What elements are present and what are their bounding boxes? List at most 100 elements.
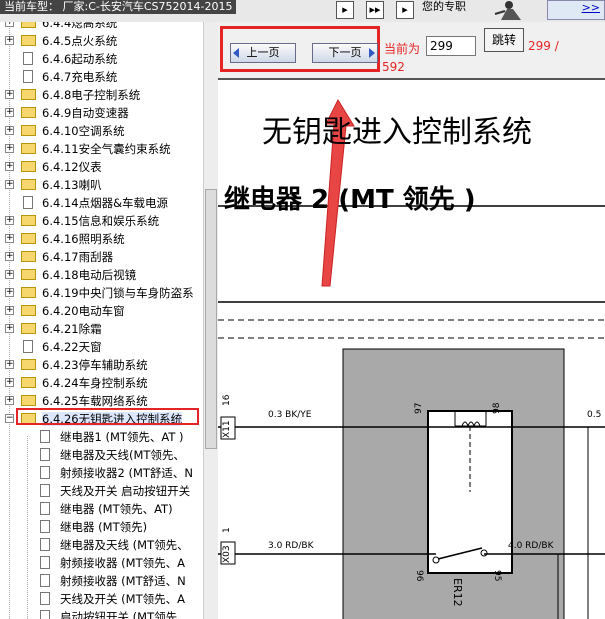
expand-icon[interactable]: +: [5, 36, 14, 45]
document-icon: [40, 484, 50, 497]
folder-icon: [21, 89, 36, 100]
diagram-subtitle: 继电器 2 (MT 领先 ): [224, 185, 476, 215]
tree-node[interactable]: +6.4.18电动后视镜: [0, 266, 203, 284]
tree-node-label: 6.4.20电动车窗: [42, 304, 125, 318]
expand-icon[interactable]: +: [5, 252, 14, 261]
prev-page-button[interactable]: 上一页: [230, 43, 296, 63]
folder-icon: [21, 179, 36, 190]
tree-node[interactable]: 6.4.7充电系统: [0, 68, 203, 86]
tree-subnode[interactable]: 继电器 (MT领先、AT): [0, 500, 203, 518]
expand-icon[interactable]: +: [5, 216, 14, 225]
tree-subnode[interactable]: 继电器及天线(MT领先、: [0, 446, 203, 464]
tree-node[interactable]: 6.4.6起动系统: [0, 50, 203, 68]
expand-icon[interactable]: +: [5, 126, 14, 135]
tree-node-label: 6.4.4熄高系统: [42, 22, 118, 30]
document-icon: [23, 52, 33, 65]
tree-node-label: 6.4.16照明系统: [42, 232, 125, 246]
wire-top-label: 0.3 BK/YE: [268, 410, 312, 420]
tree-subnode-label: 继电器 (MT领先): [60, 520, 148, 534]
tree-node[interactable]: +6.4.15信息和娱乐系统: [0, 212, 203, 230]
arrow-left-icon: [233, 48, 239, 58]
tree-subnode[interactable]: 天线及开关 启动按钮开关: [0, 482, 203, 500]
nav-double-forward-button[interactable]: ▸▸: [366, 1, 384, 19]
tree-subnode[interactable]: 射频接收器2 (MT舒适、N: [0, 464, 203, 482]
expand-icon[interactable]: +: [5, 144, 14, 153]
collapse-icon[interactable]: −: [5, 414, 14, 423]
pager-toolbar: 上一页 下一页 当前为 跳转 299 / 592: [218, 22, 605, 80]
expand-icon[interactable]: +: [5, 360, 14, 369]
connector-x03-pin: 1: [222, 527, 232, 533]
nav-play-button[interactable]: ▸: [396, 1, 414, 19]
tree-node[interactable]: 6.4.22天窗: [0, 338, 203, 356]
expand-icon[interactable]: +: [5, 288, 14, 297]
expand-icon[interactable]: +: [5, 324, 14, 333]
tree-node[interactable]: +6.4.10空调系统: [0, 122, 203, 140]
tree-scrollbar[interactable]: [203, 22, 218, 619]
document-icon: [40, 556, 50, 569]
folder-icon: [21, 251, 36, 262]
pager-highlight-box: 上一页 下一页: [220, 26, 380, 72]
expand-icon[interactable]: +: [5, 90, 14, 99]
document-icon: [40, 430, 50, 443]
tree-node-label: 6.4.17雨刮器: [42, 250, 114, 264]
tree-subnode[interactable]: 启动按钮开关 (MT领先、: [0, 608, 203, 619]
tree-node[interactable]: +6.4.21除霜: [0, 320, 203, 338]
pin-96-label: 96: [414, 570, 424, 582]
expand-icon[interactable]: +: [5, 234, 14, 243]
tree-node[interactable]: +6.4.17雨刮器: [0, 248, 203, 266]
tree-subnode[interactable]: 天线及开关 (MT领先、A: [0, 590, 203, 608]
tree-node[interactable]: +6.4.5点火系统: [0, 32, 203, 50]
top-bar: 当前车型： 厂家:C-长安汽车CS752014-2015 ▸ ▸▸ ▸ 您的专职…: [0, 0, 605, 23]
more-link[interactable]: >>: [547, 0, 605, 20]
expand-icon[interactable]: +: [5, 378, 14, 387]
catalog-tree: +6.4.4熄高系统 +6.4.5点火系统 6.4.6起动系统 6.4.7充电系统 +6…: [0, 22, 203, 619]
tree-node-label: 6.4.11安全气囊约束系统: [42, 142, 171, 156]
tree-node[interactable]: +6.4.13喇叭: [0, 176, 203, 194]
tree-subnode[interactable]: 继电器 (MT领先): [0, 518, 203, 536]
tree-node-label: 6.4.13喇叭: [42, 178, 102, 192]
folder-icon: [21, 287, 36, 298]
tree-node[interactable]: +6.4.24车身控制系统: [0, 374, 203, 392]
tree-subnode-label: 天线及开关 (MT领先、A: [60, 592, 185, 606]
connector-x03-label: X03: [222, 545, 232, 563]
folder-icon: [21, 125, 36, 136]
tree-subnode-label: 继电器及天线(MT领先、: [60, 448, 185, 462]
wire-bottom-right-label: 4.0 RD/BK: [508, 541, 554, 551]
nav-forward-button[interactable]: ▸: [336, 1, 354, 19]
tree-node[interactable]: +6.4.9自动变速器: [0, 104, 203, 122]
tree-node-label: 6.4.5点火系统: [42, 34, 118, 48]
expand-icon[interactable]: +: [5, 22, 14, 27]
tree-subnode[interactable]: 射频接收器 (MT领先、A: [0, 554, 203, 572]
page-number-input[interactable]: [426, 36, 476, 56]
tree-node[interactable]: +6.4.8电子控制系统: [0, 86, 203, 104]
connector-x11-pin: 16: [222, 394, 232, 406]
expand-icon[interactable]: +: [5, 306, 14, 315]
relay-name-label: ER12: [451, 578, 464, 607]
tree-node[interactable]: +6.4.23停车辅助系统: [0, 356, 203, 374]
document-icon: [40, 538, 50, 551]
tree-node[interactable]: +6.4.19中央门锁与车身防盗系: [0, 284, 203, 302]
tree-node[interactable]: +6.4.12仪表: [0, 158, 203, 176]
next-page-button[interactable]: 下一页: [312, 43, 378, 63]
tree-node-label: 6.4.12仪表: [42, 160, 102, 174]
tree-node[interactable]: +6.4.20电动车窗: [0, 302, 203, 320]
tree-node[interactable]: +6.4.4熄高系统: [0, 22, 203, 32]
scrollbar-thumb[interactable]: [205, 189, 217, 449]
expand-icon[interactable]: +: [5, 270, 14, 279]
expand-icon[interactable]: +: [5, 162, 14, 171]
document-icon: [23, 196, 33, 209]
tree-subnode[interactable]: 继电器1 (MT领先、AT ): [0, 428, 203, 446]
expand-icon[interactable]: +: [5, 396, 14, 405]
expand-icon[interactable]: +: [5, 180, 14, 189]
tree-node-label: 6.4.23停车辅助系统: [42, 358, 148, 372]
tree-node[interactable]: +6.4.16照明系统: [0, 230, 203, 248]
tree-node[interactable]: +6.4.11安全气囊约束系统: [0, 140, 203, 158]
document-icon: [40, 502, 50, 515]
go-button[interactable]: 跳转: [484, 28, 524, 52]
tree-node[interactable]: 6.4.14点烟器&车载电源: [0, 194, 203, 212]
tree-subnode[interactable]: 继电器及天线 (MT领先、: [0, 536, 203, 554]
expand-icon[interactable]: +: [5, 108, 14, 117]
tree-subnode[interactable]: 射频接收器 (MT舒适、N: [0, 572, 203, 590]
tree-subnode-label: 射频接收器2 (MT舒适、N: [60, 466, 194, 480]
wire-bottom-label: 3.0 RD/BK: [268, 541, 314, 551]
